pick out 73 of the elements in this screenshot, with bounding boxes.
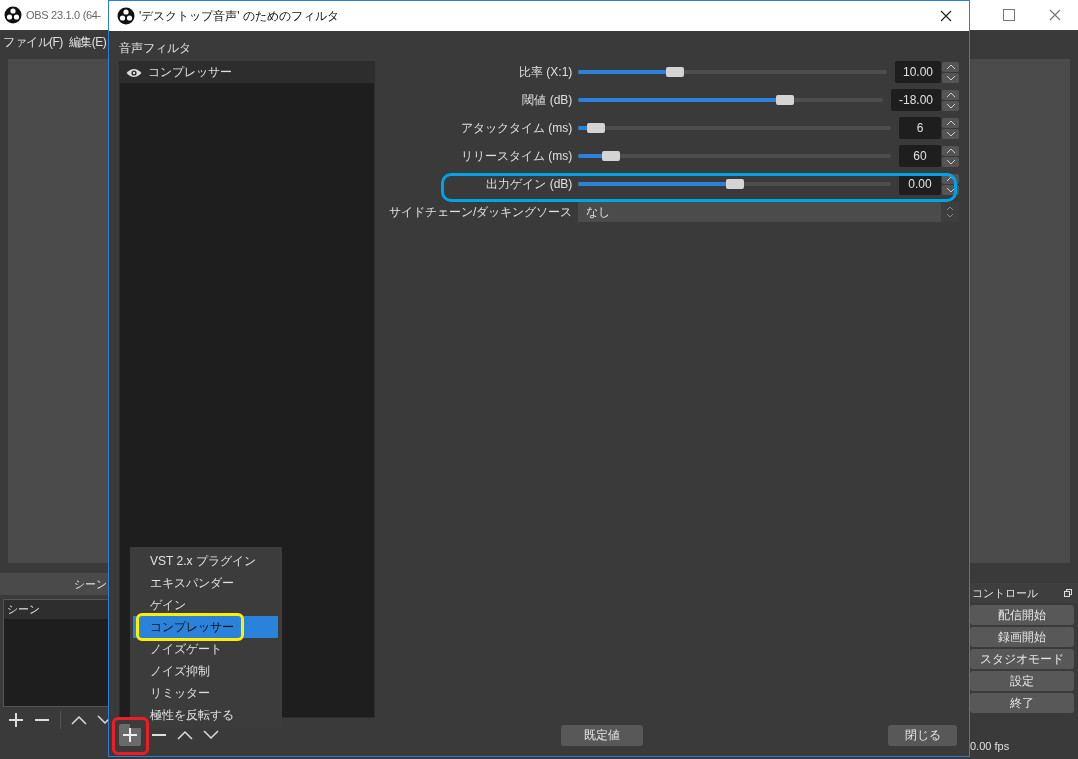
chevron-down-icon: [945, 186, 956, 193]
spin-down-button[interactable]: [942, 184, 959, 195]
spin-down-button[interactable]: [942, 72, 959, 83]
menu-item[interactable]: ノイズ抑制: [133, 660, 278, 682]
filter-name: コンプレッサー: [148, 64, 232, 81]
filter-item[interactable]: コンプレッサー: [120, 62, 374, 83]
chevron-down-icon: [945, 74, 956, 81]
plus-icon: [122, 727, 138, 743]
slider-thumb[interactable]: [776, 95, 795, 105]
menu-item[interactable]: コンプレッサー: [133, 616, 278, 638]
menu-item[interactable]: リミッター: [133, 682, 278, 704]
menu-item[interactable]: 極性を反転する: [133, 704, 278, 726]
property-label: 出力ゲイン (dB): [485, 175, 573, 193]
control-button[interactable]: 配信開始: [970, 605, 1074, 625]
control-button[interactable]: 設定: [970, 671, 1074, 691]
dropdown[interactable]: なし: [578, 202, 959, 222]
window-title: OBS 23.1.0 (64-: [26, 9, 101, 21]
chevron-up-icon: [945, 147, 956, 154]
property-label: リリースタイム (ms): [460, 147, 573, 165]
chevron-up-icon[interactable]: [177, 730, 193, 740]
chevron-down-icon[interactable]: [203, 730, 219, 740]
eye-icon[interactable]: [126, 67, 142, 78]
property-label: 比率 (X:1): [518, 63, 573, 81]
slider-thumb[interactable]: [601, 151, 620, 161]
spin-up-button[interactable]: [942, 89, 959, 100]
up-down-arrows-icon: [941, 202, 959, 222]
float-icon[interactable]: [1064, 589, 1072, 597]
spin-up-button[interactable]: [942, 61, 959, 72]
slider[interactable]: [578, 182, 891, 186]
slider-thumb[interactable]: [665, 67, 684, 77]
slider[interactable]: [578, 98, 883, 102]
chevron-down-icon: [945, 102, 956, 109]
number-field[interactable]: 60: [899, 145, 941, 167]
add-button[interactable]: [119, 724, 141, 746]
logo-icon: [117, 7, 135, 25]
menu-item[interactable]: ノイズゲート: [133, 638, 278, 660]
chevron-up-icon[interactable]: [71, 715, 87, 725]
property-label: 閾値 (dB): [521, 91, 573, 109]
slider[interactable]: [578, 70, 887, 74]
menu-item[interactable]: ファイル(F): [3, 34, 63, 51]
window-title: 'デスクトップ音声' のためのフィルタ: [139, 7, 339, 25]
slider-thumb[interactable]: [587, 123, 606, 133]
property-label: アタックタイム (ms): [460, 119, 573, 137]
control-button[interactable]: 終了: [970, 693, 1074, 713]
spin-down-button[interactable]: [942, 128, 959, 139]
chevron-up-icon: [945, 63, 956, 70]
property-label: サイドチェーン/ダッキングソース: [389, 203, 573, 221]
chevron-up-icon: [945, 119, 956, 126]
control-button[interactable]: スタジオモード: [970, 649, 1074, 669]
close-icon[interactable]: [940, 10, 952, 22]
dialog-button[interactable]: 既定値: [561, 725, 643, 746]
fps-counter: 0.00 fps: [970, 740, 1011, 752]
number-field[interactable]: 10.00: [894, 61, 941, 83]
menu-item[interactable]: 編集(E): [68, 34, 107, 51]
slider-thumb[interactable]: [725, 179, 744, 189]
number-field[interactable]: 6: [899, 117, 941, 139]
maximize-icon[interactable]: [1003, 9, 1015, 21]
number-field[interactable]: -18.00: [890, 89, 941, 111]
spin-up-button[interactable]: [942, 173, 959, 184]
spin-down-button[interactable]: [942, 156, 959, 167]
chevron-down-icon: [945, 130, 956, 137]
dialog-button[interactable]: 閉じる: [888, 725, 957, 746]
spin-up-button[interactable]: [942, 117, 959, 128]
dock-title: コントロール: [972, 585, 1038, 601]
control-button[interactable]: 録画開始: [970, 627, 1074, 647]
logo-icon: [4, 6, 22, 24]
chevron-up-icon: [945, 91, 956, 98]
chevron-down-icon: [945, 158, 956, 165]
section-label: 音声フィルタ: [119, 40, 192, 57]
spin-down-button[interactable]: [942, 100, 959, 111]
spin-up-button[interactable]: [942, 145, 959, 156]
menu-item[interactable]: VST 2.x プラグイン: [133, 550, 278, 572]
plus-icon[interactable]: [8, 712, 24, 728]
